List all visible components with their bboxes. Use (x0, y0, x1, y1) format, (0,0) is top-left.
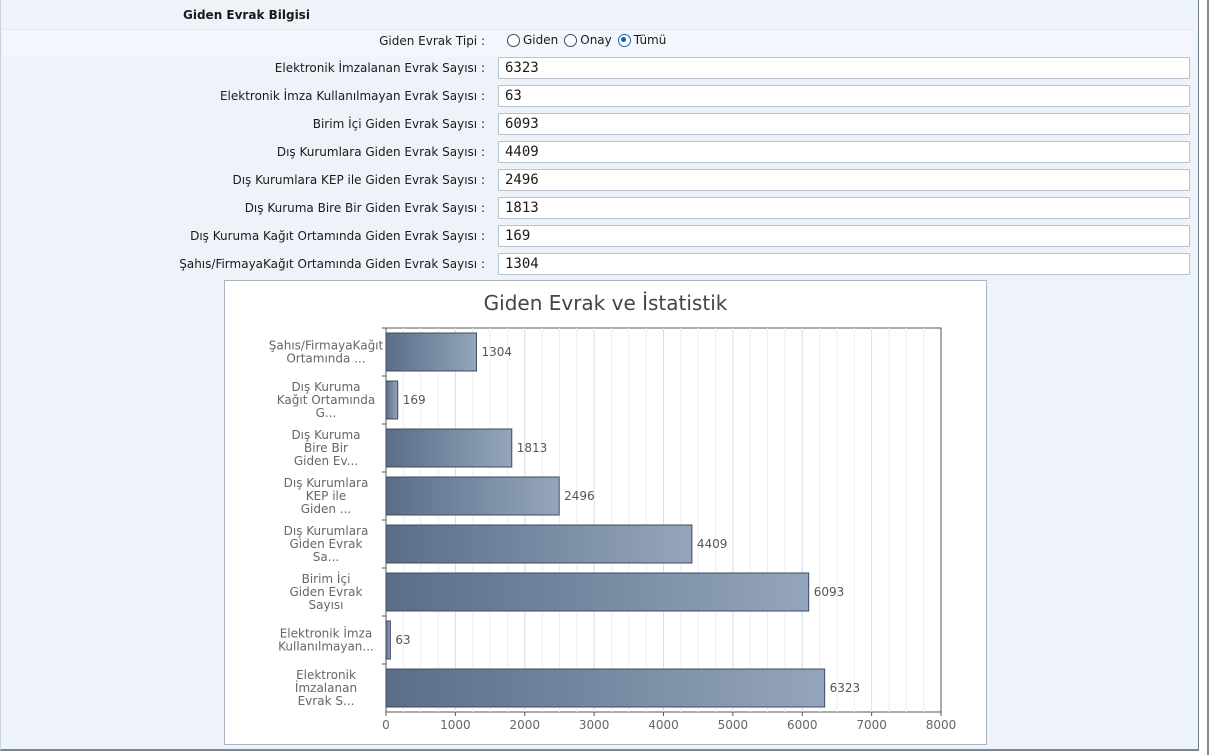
x-tick-label: 5000 (718, 718, 749, 732)
type-radio-group: Giden Onay Tümü (507, 33, 672, 47)
y-category-label-line: Kağıt Ortamında (277, 393, 376, 407)
field-label: Dış Kuruma Kağıt Ortamında Giden Evrak S… (190, 229, 485, 243)
y-category-label: Dış Kuruma Kağıt Ortamında G... (277, 380, 376, 420)
e-imza-kullanilmayan-count-field[interactable]: 63 (498, 85, 1190, 107)
y-category-label-line: Şahıs/FirmayaKağıt (269, 339, 384, 353)
dis-kurumlara-count-field[interactable]: 4409 (498, 141, 1190, 163)
bar-value-label: 4409 (697, 537, 728, 551)
y-category-label-line: KEP ile (306, 489, 347, 503)
field-row-sahis-firma: Şahıs/FirmayaKağıt Ortamında Giden Evrak… (0, 252, 1194, 278)
field-row-e-imzalanan: Elektronik İmzalanan Evrak Sayısı : 6323 (0, 56, 1194, 82)
bar-value-label: 1304 (481, 345, 512, 359)
type-label: Giden Evrak Tipi : (379, 34, 485, 48)
y-category-label: Dış Kurumlara Giden Evrak Sa... (284, 524, 369, 564)
bar-value-label: 63 (395, 633, 410, 647)
y-category-label: Dış Kuruma Bire Bir Giden Ev... (291, 428, 360, 468)
bar-value-label: 6093 (814, 585, 845, 599)
bar[interactable] (385, 572, 810, 612)
field-row-e-imza-kullanilmayan: Elektronik İmza Kullanılmayan Evrak Sayı… (0, 84, 1194, 110)
y-category-label-line: Elektronik İmza (280, 626, 373, 641)
radio-onay-circle[interactable] (564, 33, 578, 47)
bire-bir-count-field[interactable]: 1813 (498, 197, 1190, 219)
radio-tumu[interactable]: Tümü (617, 33, 667, 47)
bar-value-label: 169 (403, 393, 426, 407)
y-category-label: Elektronik İmzalanan Evrak S... (295, 668, 357, 708)
radio-giden-circle[interactable] (507, 33, 520, 47)
type-row: Giden Evrak Tipi : Giden Onay Tümü (0, 29, 1194, 55)
y-category-label-line: Sayısı (309, 598, 344, 612)
kagit-count-field[interactable]: 169 (498, 225, 1190, 247)
section-title: Giden Evrak Bilgisi (183, 8, 310, 22)
y-category-label-line: İmzalanan (295, 680, 357, 695)
field-row-bire-bir: Dış Kuruma Bire Bir Giden Evrak Sayısı :… (0, 196, 1194, 222)
bar-value-label: 2496 (564, 489, 595, 503)
field-label: Elektronik İmzalanan Evrak Sayısı : (274, 61, 485, 75)
y-category-label-line: Giden Ev... (294, 454, 358, 468)
y-category-label-line: Sa... (313, 550, 339, 564)
bar-chart: 1304 169 1813 2496 4409 6093 63 6323 0 1000 2000 3… (269, 327, 957, 732)
radio-tumu-label[interactable]: Tümü (634, 33, 667, 47)
x-tick-label: 8000 (926, 718, 957, 732)
x-tick-label: 2000 (509, 718, 540, 732)
x-tick-label: 4000 (648, 718, 679, 732)
chart-container: Giden Evrak ve İstatistik 1304 169 1813 249… (224, 280, 987, 745)
field-row-kep: Dış Kurumlara KEP ile Giden Evrak Sayısı… (0, 168, 1194, 194)
y-category-label-line: Elektronik (296, 668, 356, 682)
x-tick-label: 0 (382, 718, 390, 732)
y-category-label: Elektronik İmza Kullanılmayan... (278, 626, 374, 654)
x-tick-label: 6000 (787, 718, 818, 732)
field-label: Dış Kurumlara KEP ile Giden Evrak Sayısı… (232, 173, 485, 187)
field-row-birim-ici: Birim İçi Giden Evrak Sayısı : 6093 (0, 112, 1194, 138)
radio-onay-label[interactable]: Onay (580, 33, 612, 47)
y-category-label: Şahıs/FirmayaKağıt Ortamında ... (269, 339, 384, 366)
bar[interactable] (385, 476, 560, 516)
y-category-label-line: Giden ... (301, 502, 352, 516)
radio-tumu-circle[interactable] (617, 33, 631, 47)
x-tick-label: 3000 (579, 718, 610, 732)
bar[interactable] (385, 428, 513, 468)
field-label: Şahıs/FirmayaKağıt Ortamında Giden Evrak… (179, 257, 485, 271)
radio-giden[interactable]: Giden (507, 33, 558, 47)
field-label: Dış Kurumlara Giden Evrak Sayısı : (276, 145, 485, 159)
field-label: Elektronik İmza Kullanılmayan Evrak Sayı… (219, 89, 485, 103)
field-label: Birim İçi Giden Evrak Sayısı : (312, 117, 485, 131)
y-category-label-line: Evrak S... (298, 694, 355, 708)
sahis-firma-count-field[interactable]: 1304 (498, 253, 1190, 275)
bar[interactable] (385, 332, 477, 372)
y-category-label-line: Giden Evrak (290, 585, 363, 599)
y-category-label-line: Kullanılmayan... (278, 640, 374, 654)
bar[interactable] (385, 524, 693, 564)
bar-value-label: 1813 (517, 441, 548, 455)
x-tick-label: 1000 (440, 718, 471, 732)
field-row-kagit: Dış Kuruma Kağıt Ortamında Giden Evrak S… (0, 224, 1194, 250)
bar[interactable] (385, 668, 826, 708)
y-category-label-line: Giden Evrak (290, 537, 363, 551)
e-imzalanan-count-field[interactable]: 6323 (498, 57, 1190, 79)
y-category-label: Dış Kurumlara KEP ile Giden ... (284, 476, 369, 516)
y-category-label-line: G... (316, 406, 337, 420)
y-category-label-line: Dış Kuruma (291, 380, 360, 394)
y-category-label-line: Dış Kuruma (291, 428, 360, 442)
y-category-label-line: Dış Kurumlara (284, 524, 369, 538)
bar-value-label: 6323 (830, 681, 861, 695)
y-category-label-line: Bire Bir (304, 441, 348, 455)
radio-giden-label[interactable]: Giden (523, 33, 558, 47)
radio-onay[interactable]: Onay (564, 33, 612, 47)
bar[interactable] (385, 380, 399, 420)
field-row-dis-kurumlara: Dış Kurumlara Giden Evrak Sayısı : 4409 (0, 140, 1194, 166)
y-category-label-line: Birim İçi (302, 571, 351, 586)
birim-ici-count-field[interactable]: 6093 (498, 113, 1190, 135)
y-category-label: Birim İçi Giden Evrak Sayısı (290, 571, 363, 612)
y-category-label-line: Ortamında ... (286, 352, 365, 366)
bar[interactable] (385, 620, 391, 660)
x-tick-label: 7000 (856, 718, 887, 732)
kep-count-field[interactable]: 2496 (498, 169, 1190, 191)
field-label: Dış Kuruma Bire Bir Giden Evrak Sayısı : (244, 201, 485, 215)
y-category-label-line: Dış Kurumlara (284, 476, 369, 490)
window-edge (1207, 0, 1209, 755)
